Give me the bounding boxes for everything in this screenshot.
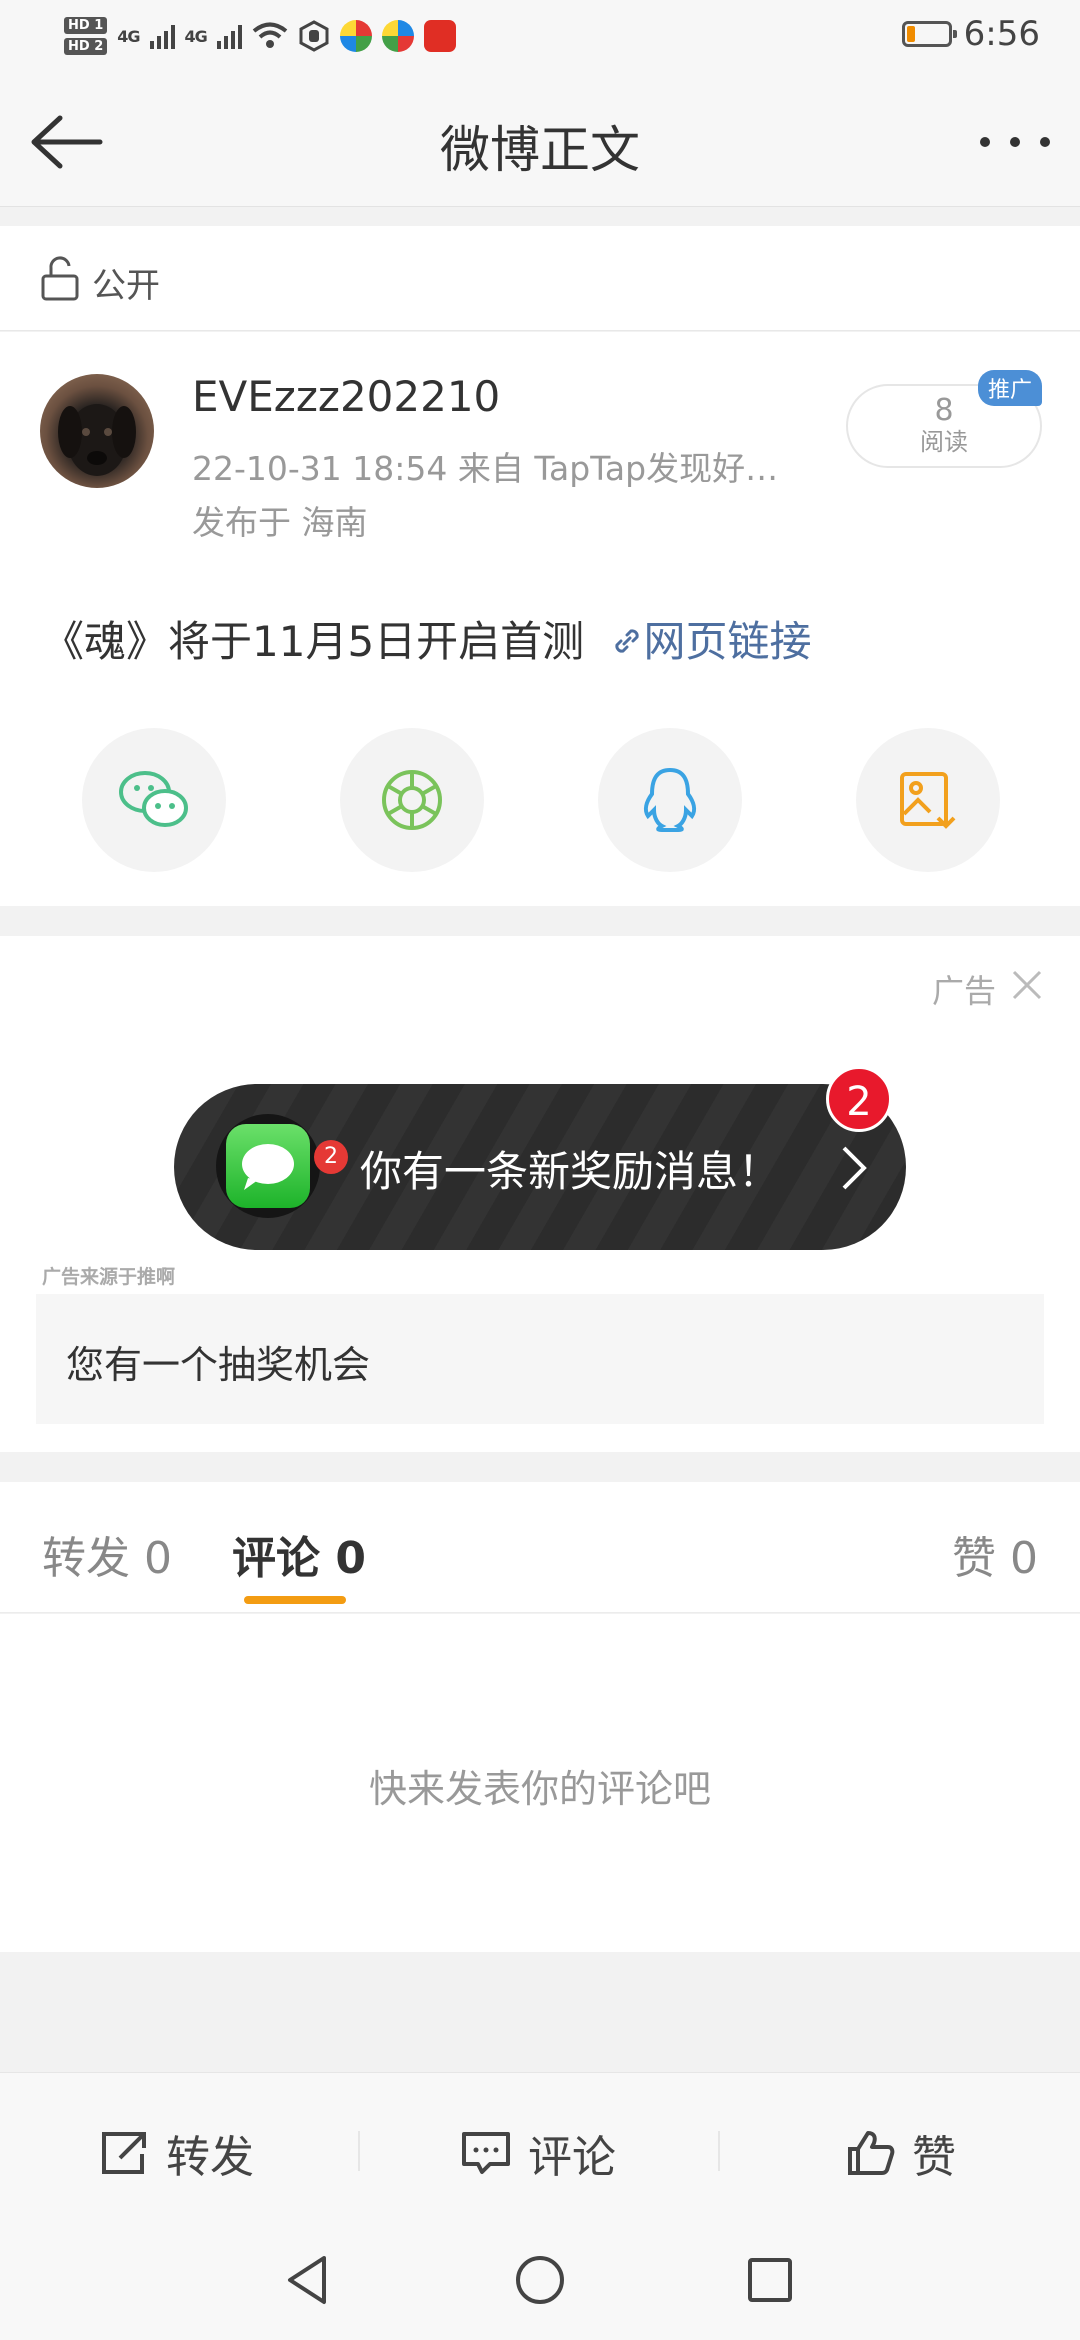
app-notification-icon xyxy=(381,20,414,52)
web-link[interactable]: 网页链接 xyxy=(644,617,812,666)
post-card: EVEzzz202210 22-10-31 18:54 来自 TapTap发现好… xyxy=(0,332,1080,906)
qq-icon xyxy=(643,767,697,832)
wechat-icon xyxy=(119,771,188,827)
ad-section: 广告 2 你有一条新奖励消息！ 2 广告来源于推啊 您有一个抽奖机会 xyxy=(0,936,1080,1452)
reads-label: 阅读 xyxy=(920,428,968,456)
app-badge: 2 xyxy=(314,1140,348,1174)
repost-button[interactable]: 转发 xyxy=(98,2121,254,2185)
ad-source: 广告来源于推啊 xyxy=(42,1266,176,1288)
close-icon[interactable] xyxy=(1010,968,1044,1002)
post-meta-time-source: 22-10-31 18:54 来自 TapTap发现好… xyxy=(192,449,779,488)
moments-icon xyxy=(382,770,442,830)
ad-label: 广告 xyxy=(932,972,997,1010)
status-bar: HD 1 HD 2 4G 4G 6:56 xyxy=(0,0,1080,72)
chevron-right-icon xyxy=(842,1146,867,1190)
ad-card[interactable]: 您有一个抽奖机会 xyxy=(36,1294,1044,1424)
notification-badge: 2 xyxy=(826,1066,892,1132)
thumbs-up-icon xyxy=(848,2131,895,2175)
share-qq-button[interactable] xyxy=(598,728,742,872)
system-nav-bar xyxy=(0,2220,1080,2340)
tab-likes[interactable]: 赞 0 xyxy=(952,1522,1038,1586)
tab-comments[interactable]: 评论 0 xyxy=(232,1522,366,1586)
ad-card-text: 您有一个抽奖机会 xyxy=(66,1343,371,1387)
repost-icon xyxy=(102,2132,146,2174)
link-icon xyxy=(614,629,639,653)
hand-icon xyxy=(299,20,329,52)
comment-icon xyxy=(462,2132,510,2174)
visibility-label: 公开 xyxy=(92,266,160,306)
interaction-tabs: 转发 0 评论 0 赞 0 xyxy=(0,1482,1080,1613)
tab-repost[interactable]: 转发 0 xyxy=(42,1522,172,1586)
comment-button[interactable]: 评论 xyxy=(460,2121,616,2185)
page-title: 微博正文 xyxy=(440,121,640,179)
empty-comments-text: 快来发表你的评论吧 xyxy=(368,1767,711,1811)
message-app-icon: 2 xyxy=(216,1114,348,1218)
clock: 6:56 xyxy=(963,14,1040,54)
nav-home-icon[interactable] xyxy=(514,2254,566,2306)
app-notification-icon xyxy=(339,20,372,52)
post-meta-location: 发布于 海南 xyxy=(192,503,368,542)
comments-area: 快来发表你的评论吧 xyxy=(0,1614,1080,1952)
wifi-icon xyxy=(252,22,288,48)
pinduoduo-icon xyxy=(423,20,456,52)
username[interactable]: EVEzzz202210 xyxy=(192,372,500,421)
share-wechat-button[interactable] xyxy=(82,728,226,872)
ad-banner-text: 你有一条新奖励消息！ xyxy=(360,1147,781,1196)
ad-banner[interactable]: 2 你有一条新奖励消息！ 2 xyxy=(174,1066,906,1250)
app-header: 微博正文 xyxy=(0,72,1080,207)
signal2-icon xyxy=(216,23,242,49)
hd2-badge: HD 2 xyxy=(64,38,108,55)
share-moments-button[interactable] xyxy=(340,728,484,872)
unlock-icon xyxy=(41,256,79,301)
like-label: 赞 xyxy=(912,2132,956,2183)
network2-label: 4G xyxy=(184,26,208,46)
nav-back-icon[interactable] xyxy=(284,2254,332,2306)
like-button[interactable]: 赞 xyxy=(846,2121,956,2185)
action-bar: 转发 评论 赞 xyxy=(0,2072,1080,2221)
visibility-row: 公开 xyxy=(0,226,1080,331)
avatar[interactable] xyxy=(40,374,154,488)
comment-label: 评论 xyxy=(528,2132,616,2183)
save-image-button[interactable] xyxy=(856,728,1000,872)
nav-recents-icon[interactable] xyxy=(746,2256,794,2304)
hd1-badge: HD 1 xyxy=(64,17,108,34)
more-options-icon[interactable] xyxy=(980,122,1050,162)
active-tab-indicator xyxy=(244,1596,346,1604)
network1-label: 4G xyxy=(117,26,140,46)
signal1-icon xyxy=(149,23,175,49)
post-text: 《魂》将于11月5日开启首测 网页链接 xyxy=(42,608,812,669)
battery-icon xyxy=(901,21,957,47)
status-left: HD 1 HD 2 4G 4G xyxy=(64,8,456,64)
post-body: 《魂》将于11月5日开启首测 xyxy=(42,617,585,666)
save-image-icon xyxy=(900,772,956,829)
promo-badge[interactable]: 推广 xyxy=(978,370,1043,406)
repost-label: 转发 xyxy=(166,2132,254,2183)
divider xyxy=(358,2131,360,2171)
divider xyxy=(718,2131,720,2171)
status-right: 6:56 xyxy=(901,14,1040,54)
